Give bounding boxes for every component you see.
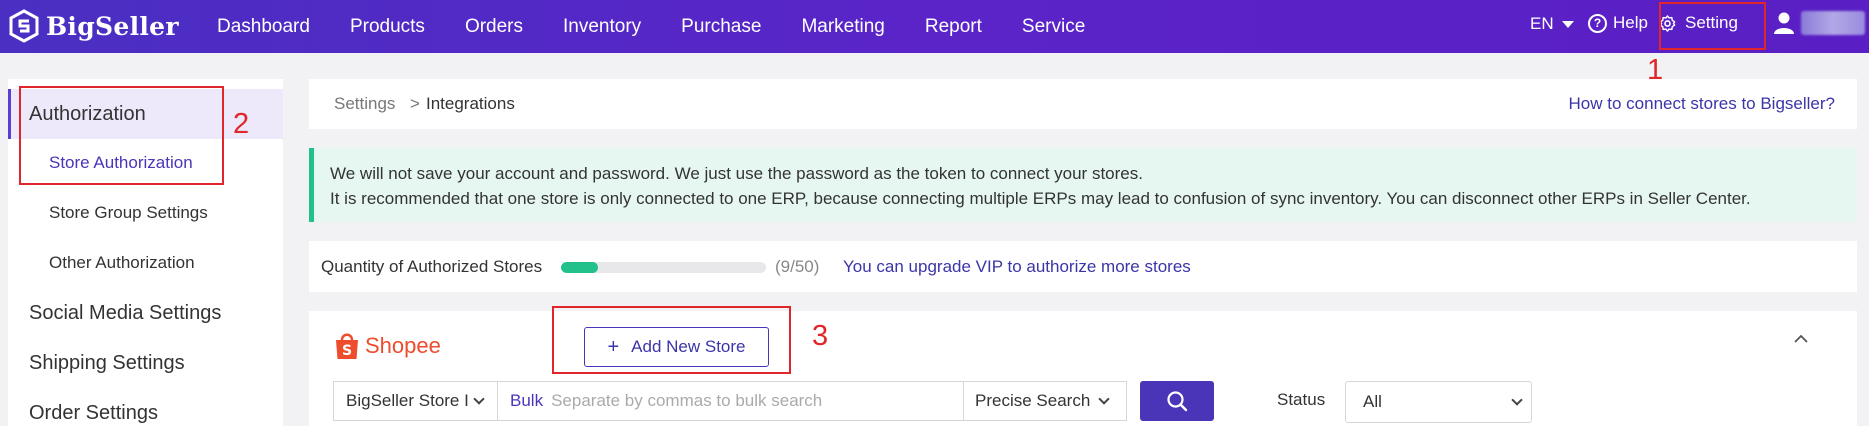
authorized-store-quota: Quantity of Authorized Stores (9/50) You… bbox=[309, 241, 1857, 292]
sidebar-item-store-group-settings[interactable]: Store Group Settings bbox=[49, 203, 324, 223]
language-label: EN bbox=[1530, 14, 1554, 33]
sidebar-item-shipping-settings[interactable]: Shipping Settings bbox=[29, 352, 304, 375]
bulk-search-input[interactable]: Bulk Separate by commas to bulk search bbox=[497, 381, 964, 421]
nav-dashboard[interactable]: Dashboard bbox=[217, 16, 310, 38]
annotation-box-setting bbox=[1659, 2, 1766, 50]
search-button[interactable] bbox=[1140, 381, 1214, 421]
annotation-number-2: 2 bbox=[233, 108, 250, 140]
nav-service[interactable]: Service bbox=[1022, 16, 1085, 38]
shopee-label: Shopee bbox=[365, 333, 441, 358]
match-mode-value: Precise Search bbox=[975, 391, 1091, 410]
brand-name: BigSeller bbox=[46, 11, 179, 41]
notice-line-1: We will not save your account and passwo… bbox=[330, 164, 1143, 183]
help-link[interactable]: ? Help bbox=[1588, 13, 1648, 33]
main-nav: Dashboard Products Orders Inventory Purc… bbox=[217, 0, 1125, 53]
breadcrumb-integrations: Integrations bbox=[426, 94, 515, 113]
chevron-down-icon bbox=[1511, 394, 1523, 406]
info-notice: We will not save your account and passwo… bbox=[309, 148, 1857, 222]
match-mode-select[interactable]: Precise Search bbox=[964, 381, 1127, 421]
user-icon bbox=[1774, 12, 1794, 34]
status-label: Status bbox=[1277, 390, 1326, 409]
breadcrumb: Settings > Integrations How to connect s… bbox=[309, 79, 1857, 129]
nav-marketing[interactable]: Marketing bbox=[801, 16, 884, 38]
username-blurred bbox=[1801, 11, 1865, 35]
quota-count: (9/50) bbox=[775, 257, 820, 276]
sidebar-item-other-authorization[interactable]: Other Authorization bbox=[49, 253, 324, 273]
search-icon bbox=[1167, 391, 1188, 412]
nav-report[interactable]: Report bbox=[925, 16, 982, 38]
shopee-logo: S Shopee bbox=[333, 331, 441, 361]
language-selector[interactable]: EN bbox=[1530, 14, 1574, 34]
caret-down-icon bbox=[1561, 20, 1574, 28]
chevron-down-icon bbox=[473, 393, 485, 405]
shopee-store-panel: S Shopee + Add New Store BigSeller Store… bbox=[309, 311, 1857, 426]
nav-inventory[interactable]: Inventory bbox=[563, 16, 641, 38]
bulk-search-placeholder: Separate by commas to bulk search bbox=[551, 391, 823, 410]
breadcrumb-separator: > bbox=[410, 94, 420, 113]
status-select[interactable]: All bbox=[1345, 381, 1532, 423]
question-circle-icon: ? bbox=[1588, 13, 1607, 33]
breadcrumb-settings[interactable]: Settings bbox=[334, 94, 395, 114]
bulk-toggle[interactable]: Bulk bbox=[510, 391, 543, 411]
annotation-number-3: 3 bbox=[812, 320, 829, 352]
chevron-up-icon[interactable] bbox=[1793, 331, 1809, 347]
help-label: Help bbox=[1613, 13, 1648, 32]
sidebar-item-social-media-settings[interactable]: Social Media Settings bbox=[29, 302, 304, 325]
user-menu[interactable] bbox=[1773, 11, 1865, 35]
annotation-box-authorization bbox=[19, 86, 224, 185]
status-value: All bbox=[1363, 392, 1382, 411]
help-connect-stores-link[interactable]: How to connect stores to Bigseller? bbox=[1569, 94, 1835, 114]
notice-line-2: It is recommended that one store is only… bbox=[330, 189, 1751, 208]
top-nav-bar: BigSeller Dashboard Products Orders Inve… bbox=[0, 0, 1869, 53]
nav-purchase[interactable]: Purchase bbox=[681, 16, 761, 38]
nav-products[interactable]: Products bbox=[350, 16, 425, 38]
svg-text:S: S bbox=[342, 343, 352, 359]
bigseller-logo[interactable]: BigSeller bbox=[8, 8, 179, 44]
quota-progress-bar bbox=[561, 262, 766, 273]
search-field-select[interactable]: BigSeller Store I bbox=[333, 381, 497, 421]
chevron-down-icon bbox=[1098, 393, 1110, 405]
upgrade-vip-link[interactable]: You can upgrade VIP to authorize more st… bbox=[843, 257, 1191, 277]
quota-label: Quantity of Authorized Stores bbox=[321, 257, 543, 276]
shopee-bag-icon: S bbox=[336, 333, 358, 359]
annotation-box-add-store bbox=[552, 306, 791, 374]
nav-orders[interactable]: Orders bbox=[465, 16, 523, 38]
search-field-value: BigSeller Store I bbox=[346, 391, 469, 410]
bigseller-logo-icon bbox=[9, 9, 39, 43]
quota-progress-fill bbox=[561, 262, 598, 273]
sidebar-item-order-settings[interactable]: Order Settings bbox=[29, 402, 304, 425]
